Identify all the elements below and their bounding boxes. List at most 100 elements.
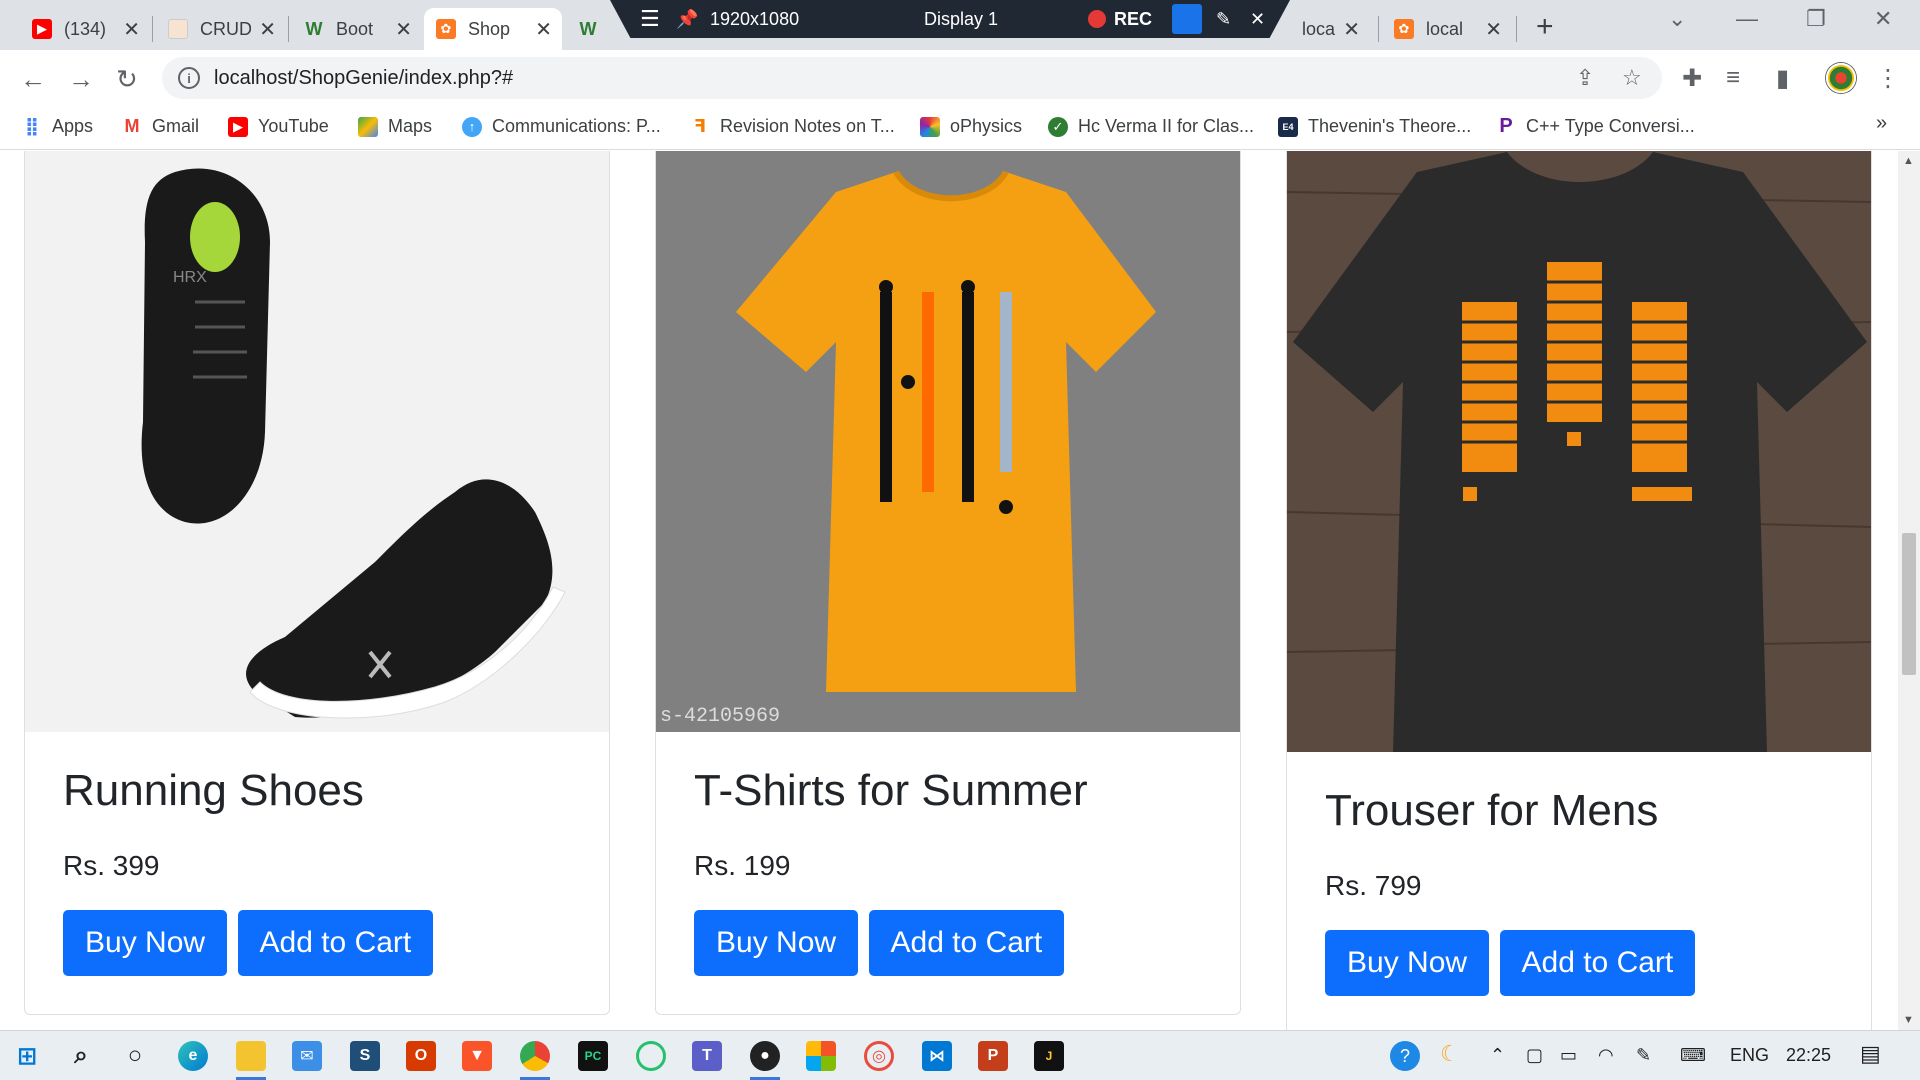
forward-arrow-icon[interactable]: → — [68, 64, 94, 95]
language-indicator[interactable]: ENG — [1730, 1045, 1769, 1066]
taskbar: ⊞ ⌕ ○ e ✉ S O ▼ PC T ● ◎ ⋈ P J ? ☾ ⌃ ▢ ▭… — [0, 1030, 1920, 1080]
refresh-app-icon[interactable] — [636, 1041, 666, 1071]
scrollbar-thumb[interactable] — [1902, 533, 1916, 675]
chevron-up-icon[interactable]: ⌃ — [1490, 1045, 1505, 1066]
powerpoint-icon[interactable]: P — [978, 1041, 1008, 1071]
add-to-cart-button[interactable]: Add to Cart — [868, 910, 1065, 976]
rec-label[interactable]: REC — [1114, 9, 1152, 30]
windows-start-icon[interactable]: ⊞ — [12, 1041, 42, 1071]
reload-icon[interactable]: ↻ — [116, 64, 138, 95]
notifications-icon[interactable]: ▤ — [1860, 1041, 1881, 1067]
tab-search-icon[interactable]: ⌄ — [1668, 6, 1686, 32]
mail-icon[interactable]: ✉ — [292, 1041, 322, 1071]
share-icon[interactable]: ⇪ — [1576, 65, 1594, 91]
wifi-icon[interactable]: ◠ — [1598, 1045, 1614, 1066]
target-app-icon[interactable]: ◎ — [864, 1041, 894, 1071]
keyboard-icon[interactable]: ⌨ — [1680, 1045, 1706, 1066]
clock[interactable]: 22:25 — [1786, 1045, 1831, 1066]
page-scrollbar[interactable]: ▲ ▼ — [1898, 151, 1920, 1030]
info-icon[interactable]: i — [178, 67, 200, 89]
bookmark-revision-notes[interactable]: ꟻ Revision Notes on T... — [690, 116, 895, 137]
add-to-cart-button[interactable]: Add to Cart — [237, 910, 434, 976]
webcam-icon[interactable] — [1172, 4, 1202, 34]
battery-icon[interactable]: ▭ — [1560, 1045, 1577, 1066]
bookmark-cpp-type[interactable]: P C++ Type Conversi... — [1496, 115, 1694, 137]
close-icon[interactable]: ✕ — [1250, 9, 1265, 30]
tab-local-2[interactable]: ✿ local ✕ — [1382, 8, 1512, 50]
tab-local-1[interactable]: local ✕ — [1290, 8, 1370, 50]
close-icon[interactable]: ✕ — [535, 17, 552, 42]
pin-icon[interactable]: 📌 — [676, 9, 698, 30]
pen-icon[interactable]: ✎ — [1216, 9, 1231, 30]
scroll-down-arrow-icon[interactable]: ▼ — [1903, 1014, 1914, 1026]
buy-now-button[interactable]: Buy Now — [694, 910, 859, 976]
task-view-icon[interactable]: ○ — [120, 1041, 150, 1071]
more-menu-icon[interactable]: ⋮ — [1876, 64, 1900, 93]
product-card: HRX Running Shoes Rs. 399 Buy Now Add to… — [24, 151, 610, 1015]
image-watermark: s-42105969 — [660, 705, 781, 728]
tab-bootstrap[interactable]: W Boot ✕ — [292, 8, 422, 50]
page-viewport: HRX Running Shoes Rs. 399 Buy Now Add to… — [0, 151, 1898, 1030]
close-icon[interactable]: ✕ — [395, 17, 412, 42]
tab-w[interactable]: W — [566, 8, 616, 50]
media-control-icon[interactable]: ≡ — [1726, 64, 1740, 92]
vscode-icon[interactable]: ⋈ — [922, 1041, 952, 1071]
add-to-cart-button[interactable]: Add to Cart — [1499, 930, 1696, 996]
close-icon[interactable]: ✕ — [123, 17, 140, 42]
bookmark-ophysics[interactable]: oPhysics — [920, 116, 1022, 137]
bookmark-youtube[interactable]: ▶ YouTube — [228, 116, 329, 137]
bookmark-communications[interactable]: ↑ Communications: P... — [462, 116, 661, 137]
bookmark-label: Maps — [388, 116, 433, 136]
tab-youtube[interactable]: ▶ (134) ✕ — [20, 8, 150, 50]
bookmark-star-icon[interactable]: ☆ — [1622, 65, 1642, 91]
teams-icon[interactable]: T — [692, 1041, 722, 1071]
edge-icon[interactable]: e — [178, 1041, 208, 1071]
close-window-icon[interactable]: ✕ — [1874, 6, 1892, 32]
pycharm-icon[interactable]: PC — [578, 1041, 608, 1071]
address-bar[interactable]: i localhost/ShopGenie/index.php?# ⇪ ☆ — [162, 57, 1662, 99]
product-price: Rs. 199 — [694, 850, 791, 881]
tab-crud[interactable]: CRUD ✕ — [156, 8, 286, 50]
bookmark-hc-verma[interactable]: ✓ Hc Verma II for Clas... — [1048, 116, 1254, 137]
store-icon[interactable] — [806, 1041, 836, 1071]
jetbrains-icon[interactable]: J — [1034, 1041, 1064, 1071]
bookmark-label: Apps — [52, 116, 94, 136]
extensions-icon[interactable]: ✚ — [1682, 64, 1702, 93]
bookmark-maps[interactable]: Maps — [358, 116, 432, 137]
xampp-icon: ✿ — [1394, 19, 1414, 39]
bookmarks-more-button[interactable]: » — [1876, 112, 1887, 135]
bookmark-gmail[interactable]: M Gmail — [122, 116, 200, 137]
search-icon[interactable]: ⌕ — [66, 1041, 96, 1071]
sway-icon[interactable]: S — [350, 1041, 380, 1071]
file-explorer-icon[interactable] — [236, 1041, 266, 1071]
tab-shopgenie[interactable]: ✿ Shop ✕ — [424, 8, 562, 50]
url-text[interactable]: localhost/ShopGenie/index.php?# — [214, 67, 513, 90]
close-icon[interactable]: ✕ — [1485, 17, 1502, 42]
minimize-icon[interactable]: — — [1736, 6, 1758, 32]
scroll-up-arrow-icon[interactable]: ▲ — [1903, 155, 1914, 167]
side-panel-icon[interactable]: ▮ — [1776, 64, 1789, 93]
help-icon[interactable]: ? — [1390, 1041, 1420, 1071]
brave-icon[interactable]: ▼ — [462, 1041, 492, 1071]
restore-icon[interactable]: ❐ — [1806, 6, 1826, 32]
new-tab-button[interactable]: + — [1536, 10, 1554, 44]
close-icon[interactable]: ✕ — [259, 17, 276, 42]
recorder-app-icon[interactable]: ● — [750, 1041, 780, 1071]
chrome-icon[interactable] — [520, 1041, 550, 1071]
office-icon[interactable]: O — [406, 1041, 436, 1071]
back-arrow-icon[interactable]: ← — [20, 64, 46, 95]
upload-circle-icon: ↑ — [462, 116, 482, 137]
pen-workspace-icon[interactable]: ✎ — [1636, 1045, 1651, 1066]
buy-now-button[interactable]: Buy Now — [63, 910, 228, 976]
tab-divider — [152, 16, 153, 42]
close-icon[interactable]: ✕ — [1343, 17, 1360, 42]
night-light-icon[interactable]: ☾ — [1440, 1041, 1460, 1067]
buy-now-button[interactable]: Buy Now — [1325, 930, 1490, 996]
bookmark-thevenin[interactable]: E4 Thevenin's Theore... — [1278, 116, 1471, 137]
meet-now-icon[interactable]: ▢ — [1526, 1045, 1543, 1066]
profile-avatar[interactable] — [1826, 63, 1856, 93]
check-circle-icon: ✓ — [1048, 116, 1068, 137]
bookmark-apps[interactable]: ⣿ Apps — [22, 116, 93, 137]
product-card: s-42105969 T-Shirts for Summer Rs. 199 B… — [655, 151, 1241, 1015]
menu-icon[interactable]: ☰ — [640, 6, 660, 32]
